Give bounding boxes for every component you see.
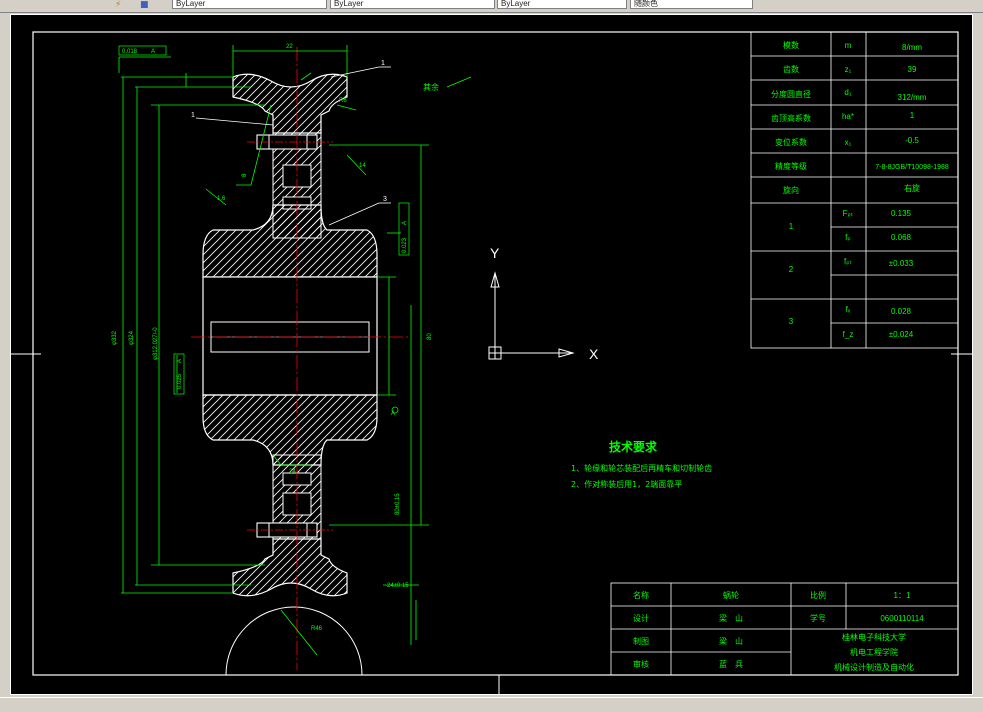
cad-drawing: 22 0.018 A φ332 φ324 φ312.027/-0 0.025 A… [11,31,972,694]
layer-icon[interactable]: ■ [140,0,149,10]
group-sym: fₚ [845,233,851,242]
worm-wheel-section [191,47,411,676]
tech-item-2: 2、作对称装后用1，2端面靠平 [571,479,682,489]
group-sym: Fₚₜ [843,209,854,218]
dim-right-bottom: 24±0.15 [387,583,409,589]
group-label: 3 [789,317,794,326]
dim-tol-mid: 0.023 [402,237,408,253]
toolbar: ⚡ ■ ByLayer ByLayer ByLayer 随颜色 [0,0,983,13]
tb-student-label: 学号 [810,613,826,623]
tb-draw-val: 梁 山 [719,636,743,646]
param-label: 齿数 [783,64,799,74]
dim-right-long: 80±0.15 [395,493,401,515]
linetype-dropdown[interactable]: ByLayer [172,0,327,9]
param-sym: d₁ [844,88,851,97]
tech-title: 技术要求 [609,439,658,454]
param-val: -0.5 [905,136,919,145]
param-label: 精度等级 [775,161,807,171]
tb-scale-val: 1：1 [894,591,911,600]
dim-tol-left: 0.025 [177,373,183,389]
balloon-1a: 1 [381,60,385,67]
dim-small-1: 14 [359,163,366,169]
dim-bore-height: 80 [427,333,433,340]
param-label: 旋向 [783,185,799,195]
color-dropdown[interactable]: ByLayer [330,0,495,9]
dim-bottom-r: R46 [311,626,323,632]
tb-school-2: 机电工程学院 [850,647,898,657]
param-sym: ha* [842,112,854,121]
tb-student-val: 0600110114 [880,614,924,623]
dim-tol-left-ref: A [177,359,183,363]
param-label: 齿顶高系数 [771,113,811,123]
group-val: 0.068 [891,233,912,242]
param-val: 312/mm [898,93,927,102]
dim-tol-top-ref: A [151,49,155,55]
tb-name-val: 蜗轮 [723,590,739,600]
group-sym: fₚₜ [844,257,852,266]
dim-pitch-dia: φ312.027/-0 [153,327,159,360]
param-label: 变位系数 [775,137,807,147]
ucs-icon: Y X [488,245,599,362]
dim-slot: 8 [242,173,248,177]
group-sym: f_z [843,330,854,339]
ucs-x-label: X [589,346,599,362]
group-label: 2 [789,265,794,274]
drawing-canvas[interactable]: 22 0.018 A φ332 φ324 φ312.027/-0 0.025 A… [10,14,973,695]
plotstyle-dropdown[interactable]: 随颜色 [630,0,753,9]
draw-order-icon[interactable]: ⚡ [115,0,121,10]
lineweight-dropdown[interactable]: ByLayer [497,0,627,9]
tech-item-1: 1、轮缘和轮芯装配后再精车和切制轮齿 [571,463,712,473]
ucs-y-label: Y [490,245,500,261]
group-sym: fₓ [846,305,851,314]
status-bar [0,697,983,712]
param-sym: x₁ [845,138,852,147]
param-val: 8/mm [902,43,922,52]
tb-school-3: 机械设计制造及自动化 [834,662,914,672]
tb-school-1: 桂林电子科技大学 [842,632,906,642]
tb-design-val: 梁 山 [719,613,743,623]
dim-od-left: φ332 [112,330,118,345]
param-sym: z₁ [845,65,852,74]
group-label: 1 [789,222,794,231]
param-val: 39 [908,65,917,74]
tb-review-label: 审核 [633,659,649,669]
param-val: 7-8-8JGB/T10098-1988 [875,164,949,171]
dim-top-width: 22 [286,44,293,50]
param-val: 1 [910,111,915,120]
param-label: 模数 [783,40,799,50]
tech-requirements: 技术要求 1、轮缘和轮芯装配后再精车和切制轮齿 2、作对称装后用1，2端面靠平 [571,439,712,489]
surface-finish-note: 其余 [423,82,439,92]
param-label: 分度圆直径 [771,89,811,99]
group-val: 0.028 [891,307,912,316]
dim-od-left2: φ324 [129,330,135,345]
balloon-3: 3 [383,196,387,203]
dim-tol-top: 0.018 [122,49,138,55]
group-val: ±0.024 [889,330,914,339]
dim-tol-mid-ref: A [402,221,408,225]
params-table-text: 模数 m 8/mm 齿数 z₁ 39 分度圆直径 d₁ 312/mm 齿顶高系数… [771,40,949,339]
title-block-text: 名称 蜗轮 比例 1：1 设计 梁 山 学号 0600110114 制图 梁 山… [633,590,924,672]
tb-review-val: 蓝 兵 [719,659,743,669]
tb-name-label: 名称 [633,590,649,600]
group-val: ±0.033 [889,259,914,268]
tb-draw-label: 制图 [633,636,649,646]
dim-r-arc: R6 [339,98,347,104]
param-sym: m [845,41,852,50]
group-val: 0.135 [891,209,912,218]
tb-design-label: 设计 [633,613,649,623]
tb-scale-label: 比例 [810,590,826,600]
balloon-1b: 1 [191,112,195,119]
param-val: 右旋 [904,183,920,193]
dim-small-2: 1.6 [217,196,226,202]
dim-hub-w: 24 [289,469,296,475]
